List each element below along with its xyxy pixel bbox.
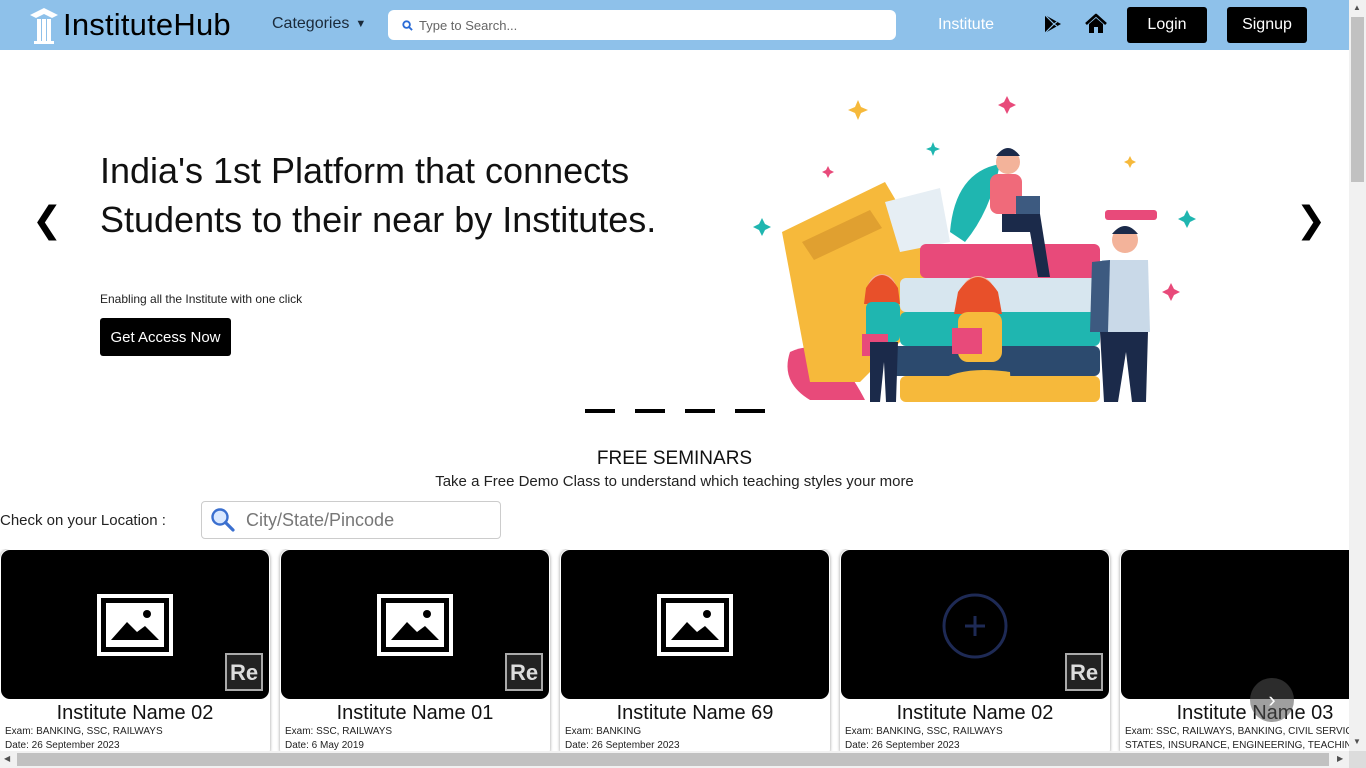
students-books-illustration [753, 96, 1196, 402]
re-badge-icon: Re [505, 653, 543, 691]
magnifier-icon [211, 508, 235, 532]
institute-name: Institute Name 02 [56, 702, 214, 724]
carousel-indicator[interactable] [685, 409, 715, 413]
categories-label: Categories [272, 15, 350, 32]
scroll-down-icon[interactable]: ▼ [1353, 737, 1361, 746]
home-icon[interactable] [1085, 13, 1107, 35]
section-title: FREE SEMINARS [596, 448, 753, 469]
carousel-indicator[interactable] [585, 409, 615, 413]
horizontal-scroll-thumb[interactable] [17, 753, 1329, 766]
brand-name: InstituteHub [63, 7, 231, 42]
scroll-right-icon[interactable]: ▶ [1337, 754, 1343, 763]
date-text: Date: 26 September 2023 [565, 740, 680, 751]
carousel-next-button[interactable]: ❯ [1296, 200, 1326, 241]
cards-next-button[interactable]: › [1250, 678, 1294, 722]
location-label: Check on your Location : [0, 512, 166, 529]
caret-down-icon: ▼ [355, 18, 367, 30]
carousel-indicators [585, 409, 765, 413]
search-input[interactable] [419, 17, 879, 33]
date-text: Date: 26 September 2023 [5, 740, 120, 751]
search-icon [402, 19, 413, 31]
seminar-card[interactable]: Re Institute Name 02 Exam: BANKING, SSC,… [840, 549, 1110, 751]
plus-circle-icon [942, 593, 1008, 659]
top-navbar: InstituteHub Categories ▼ Institute Logi… [0, 0, 1349, 50]
vertical-scroll-thumb[interactable] [1351, 17, 1364, 182]
svg-text:Re: Re [1070, 660, 1098, 685]
hero-title: India's 1st Platform that connects Stude… [100, 150, 657, 240]
institute-name: Institute Name 69 [616, 702, 774, 724]
svg-text:Re: Re [230, 660, 258, 685]
svg-text:Re: Re [510, 660, 538, 685]
image-placeholder-icon [377, 594, 453, 656]
scrollbar-corner [1349, 751, 1366, 768]
carousel-indicator[interactable] [735, 409, 765, 413]
seminar-card[interactable]: Institute Name 03 Exam: SSC, RAILWAYS, B… [1120, 549, 1349, 751]
carousel-prev-button[interactable]: ❮ [32, 200, 62, 241]
get-access-button[interactable]: Get Access Now [100, 318, 231, 356]
categories-dropdown[interactable]: Categories ▼ [272, 15, 366, 33]
exam-text: Exam: SSC, RAILWAYS, BANKING, CIVIL SERV… [1125, 726, 1349, 737]
exam-text: Exam: BANKING, SSC, RAILWAYS [5, 726, 163, 737]
image-placeholder-icon [97, 594, 173, 656]
seminar-cards: Re Institute Name 02 Exam: BANKING, SSC,… [0, 549, 1349, 751]
card-image: Re [281, 550, 549, 699]
date-text: Date: 6 May 2019 [285, 740, 364, 751]
horizontal-scrollbar[interactable]: ◀ ▶ [0, 751, 1349, 768]
section-subtitle: Take a Free Demo Class to understand whi… [435, 473, 914, 490]
card-image: Re [1, 550, 269, 699]
play-store-icon[interactable] [1043, 14, 1063, 34]
scroll-left-icon[interactable]: ◀ [4, 754, 10, 763]
institute-name: Institute Name 03 [1176, 702, 1334, 724]
exam-text: Exam: SSC, RAILWAYS [285, 726, 393, 737]
carousel-indicator[interactable] [635, 409, 665, 413]
institute-name: Institute Name 02 [896, 702, 1054, 724]
graduation-pillar-icon [30, 8, 58, 44]
seminar-card[interactable]: Re Institute Name 02 Exam: BANKING, SSC,… [0, 549, 270, 751]
seminar-card[interactable]: Re Institute Name 01 Exam: SSC, RAILWAYS… [280, 549, 550, 751]
institute-name: Institute Name 01 [336, 702, 494, 724]
card-image [561, 550, 829, 699]
signup-button[interactable]: Signup [1227, 7, 1307, 43]
login-button[interactable]: Login [1127, 7, 1207, 43]
card-image: Re [841, 550, 1109, 699]
seminar-card[interactable]: Institute Name 69 Exam: BANKING Date: 26… [560, 549, 830, 751]
image-placeholder-icon [657, 594, 733, 656]
brand-logo[interactable]: InstituteHub [28, 6, 231, 44]
date-text: Date: 26 September 2023 [845, 740, 960, 751]
location-input[interactable] [246, 509, 486, 531]
date-text: STATES, INSURANCE, ENGINEERING, TEACHING [1125, 740, 1349, 751]
card-image [1121, 550, 1349, 699]
scroll-up-icon[interactable]: ▲ [1353, 3, 1361, 12]
search-bar[interactable] [388, 10, 896, 40]
re-badge-icon: Re [1065, 653, 1103, 691]
exam-text: Exam: BANKING, SSC, RAILWAYS [845, 726, 1003, 737]
nav-institute-link[interactable]: Institute [938, 16, 994, 34]
re-badge-icon: Re [225, 653, 263, 691]
hero-subtitle: Enabling all the Institute with one clic… [100, 292, 303, 306]
vertical-scrollbar[interactable]: ▲ ▼ [1349, 0, 1366, 751]
location-search[interactable] [201, 501, 501, 539]
exam-text: Exam: BANKING [565, 726, 642, 737]
